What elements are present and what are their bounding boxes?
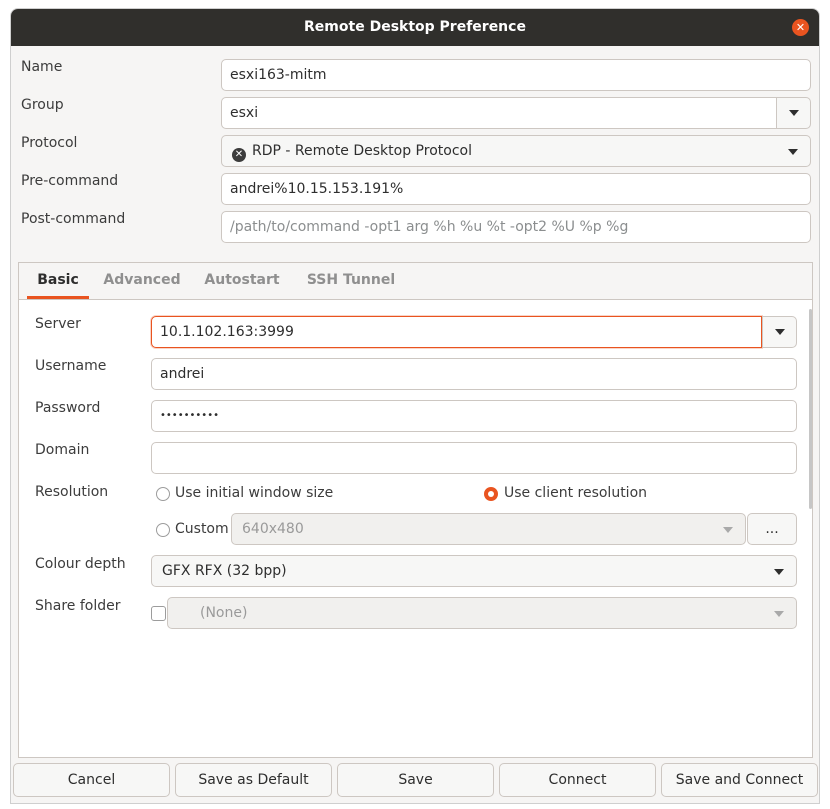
share-folder-value: (None) — [200, 605, 248, 621]
username-label: Username — [35, 358, 107, 374]
vertical-scrollbar[interactable] — [809, 309, 812, 509]
group-label: Group — [21, 97, 64, 113]
protocol-select[interactable]: ✕ RDP - Remote Desktop Protocol — [221, 135, 811, 167]
chevron-down-icon — [788, 110, 799, 116]
colour-depth-select[interactable]: GFX RFX (32 bpp) — [151, 555, 797, 587]
group-dropdown-button[interactable] — [776, 97, 811, 129]
radio-client-resolution[interactable] — [484, 487, 498, 501]
custom-resolution-value: 640x480 — [242, 521, 304, 537]
domain-label: Domain — [35, 442, 90, 458]
password-label: Password — [35, 400, 101, 416]
save-as-default-button[interactable]: Save as Default — [175, 763, 332, 797]
dialog-title: Remote Desktop Preference — [304, 19, 526, 35]
radio-initial-label[interactable]: Use initial window size — [175, 485, 333, 501]
chevron-down-icon — [788, 149, 798, 155]
protocol-label: Protocol — [21, 135, 78, 151]
precommand-label: Pre-command — [21, 173, 119, 189]
close-button[interactable]: ✕ — [792, 19, 809, 36]
precommand-input[interactable]: andrei%10.15.153.191% — [221, 173, 811, 205]
colour-depth-value: GFX RFX (32 bpp) — [162, 563, 287, 579]
radio-client-label[interactable]: Use client resolution — [504, 485, 647, 501]
server-input[interactable]: 10.1.102.163:3999 — [151, 316, 762, 348]
custom-resolution-select[interactable]: 640x480 — [231, 513, 746, 545]
group-input[interactable]: esxi — [221, 97, 777, 129]
colour-depth-label: Colour depth — [35, 556, 126, 572]
tab-ssh-tunnel[interactable]: SSH Tunnel — [301, 263, 401, 299]
close-icon: ✕ — [795, 21, 806, 34]
name-label: Name — [21, 59, 63, 75]
password-input[interactable]: •••••••••• — [151, 400, 797, 432]
radio-initial-window-size[interactable] — [156, 487, 170, 501]
rdp-protocol-icon: ✕ — [232, 148, 246, 162]
cancel-button[interactable]: Cancel — [13, 763, 170, 797]
chevron-down-icon — [774, 569, 784, 575]
share-folder-select[interactable]: (None) — [167, 597, 797, 629]
save-button[interactable]: Save — [337, 763, 494, 797]
custom-resolution-more-button[interactable]: ... — [747, 513, 797, 545]
radio-custom-label[interactable]: Custom — [175, 521, 229, 537]
save-and-connect-button[interactable]: Save and Connect — [661, 763, 818, 797]
server-dropdown-button[interactable] — [762, 316, 797, 348]
tab-basic[interactable]: Basic — [27, 263, 89, 299]
postcommand-label: Post-command — [21, 211, 126, 227]
share-folder-checkbox[interactable] — [151, 606, 166, 621]
tab-bar: Basic Advanced Autostart SSH Tunnel — [19, 263, 812, 300]
server-label: Server — [35, 316, 81, 332]
chevron-down-icon — [774, 329, 785, 335]
settings-notebook: Basic Advanced Autostart SSH Tunnel Serv… — [18, 262, 813, 758]
chevron-down-icon — [774, 611, 784, 617]
chevron-down-icon — [723, 527, 733, 533]
name-input[interactable]: esxi163-mitm — [221, 59, 811, 91]
protocol-value: RDP - Remote Desktop Protocol — [252, 143, 472, 159]
share-folder-label: Share folder — [35, 598, 121, 614]
domain-input[interactable] — [151, 442, 797, 474]
preference-dialog: Remote Desktop Preference ✕ Name esxi163… — [10, 8, 820, 804]
title-bar: Remote Desktop Preference ✕ — [11, 9, 819, 46]
username-input[interactable]: andrei — [151, 358, 797, 390]
resolution-label: Resolution — [35, 484, 109, 500]
radio-custom[interactable] — [156, 523, 170, 537]
postcommand-input[interactable]: /path/to/command -opt1 arg %h %u %t -opt… — [221, 211, 811, 243]
tab-advanced[interactable]: Advanced — [101, 263, 183, 299]
connect-button[interactable]: Connect — [499, 763, 656, 797]
tab-autostart[interactable]: Autostart — [199, 263, 285, 299]
